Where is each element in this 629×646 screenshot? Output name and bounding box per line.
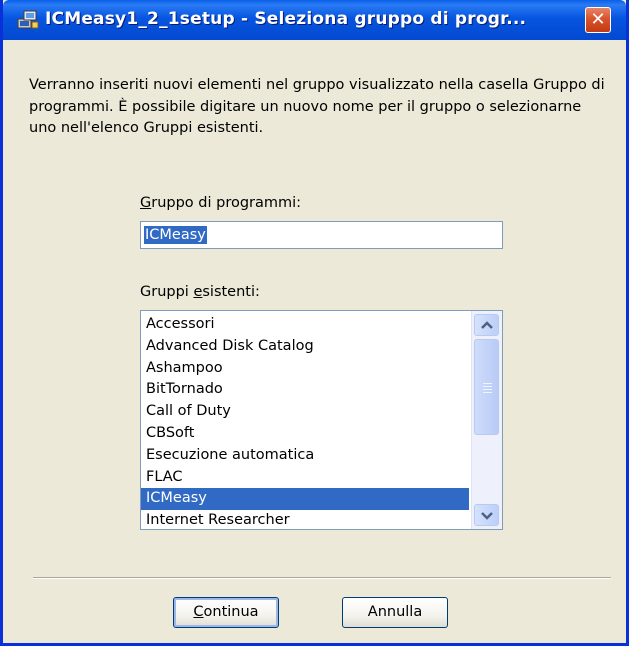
scroll-up-button[interactable] (474, 314, 499, 336)
list-item[interactable]: Esecuzione automatica (141, 445, 469, 467)
group-label-text: ruppo di programmi: (151, 195, 302, 211)
chevron-down-icon (481, 512, 493, 520)
continue-accelerator: C (193, 604, 204, 620)
continue-label: ontinua (203, 604, 259, 620)
continue-button[interactable]: Continua (173, 597, 279, 628)
list-item[interactable]: FLAC (141, 467, 469, 489)
existing-groups-list[interactable]: Accessori Advanced Disk Catalog Ashampoo… (140, 310, 503, 530)
list-item[interactable]: Advanced Disk Catalog (141, 336, 469, 358)
program-group-input[interactable]: ICMeasy (140, 221, 503, 249)
cancel-button[interactable]: Annulla (342, 597, 448, 628)
close-icon: ✕ (590, 9, 606, 30)
list-item[interactable]: Internet Researcher (141, 510, 469, 529)
list-item[interactable]: Accessori (141, 314, 469, 336)
list-item[interactable]: Call of Duty (141, 401, 469, 423)
list-item[interactable]: Ashampoo (141, 358, 469, 380)
close-button[interactable]: ✕ (585, 7, 611, 33)
program-group-value: ICMeasy (144, 226, 207, 244)
window-title: ICMeasy1_2_1setup - Seleziona gruppo di … (45, 9, 527, 29)
list-items-container: Accessori Advanced Disk Catalog Ashampoo… (141, 314, 469, 529)
vertical-scrollbar[interactable] (471, 311, 502, 529)
description-text: Verranno inseriti nuovi elementi nel gru… (29, 77, 605, 136)
setup-computer-icon (17, 10, 39, 30)
group-field-label: Gruppo di programmi: (140, 195, 301, 211)
list-item[interactable]: BitTornado (141, 379, 469, 401)
list-item-selected[interactable]: ICMeasy (141, 488, 469, 511)
cancel-label: Annulla (367, 604, 423, 620)
scroll-thumb[interactable] (474, 339, 499, 435)
separator-line (33, 577, 611, 579)
setup-dialog: ICMeasy1_2_1setup - Seleziona gruppo di … (0, 0, 629, 646)
chevron-up-icon (481, 321, 493, 329)
title-bar[interactable]: ICMeasy1_2_1setup - Seleziona gruppo di … (3, 0, 626, 40)
existing-label-pre: Gruppi (140, 284, 194, 300)
scroll-down-button[interactable] (474, 504, 499, 526)
group-label-accelerator: G (140, 195, 152, 211)
list-item[interactable]: CBSoft (141, 423, 469, 445)
existing-groups-label: Gruppi esistenti: (140, 284, 260, 300)
existing-label-rest: sistenti: (202, 284, 260, 300)
